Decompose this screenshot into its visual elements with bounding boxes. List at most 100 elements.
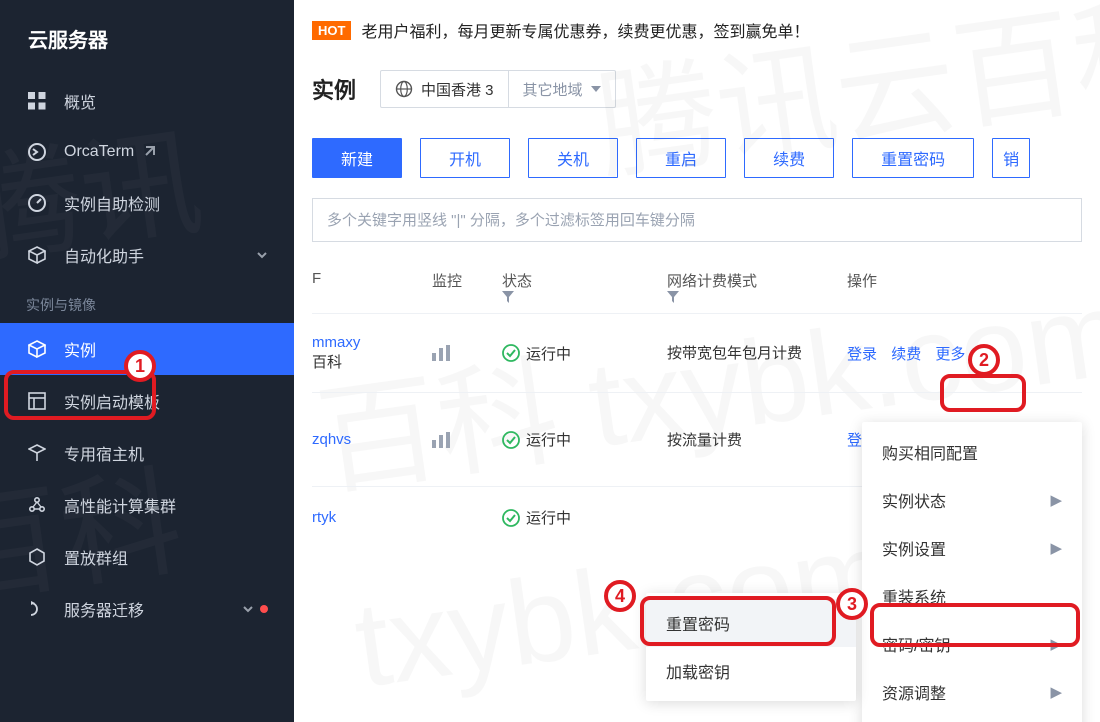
stop-button[interactable]: 关机 [528,138,618,178]
dd-label: 实例设置 [882,536,946,560]
search-box[interactable] [312,198,1082,242]
th-monitor: 监控 [432,270,502,303]
sidebar-item-overview[interactable]: 概览 [0,75,294,127]
main-content: 腾讯云百科 百科 txybk.com txybk.com HOT 老用户福利，每… [294,0,1100,722]
dd-reset-password[interactable]: 重置密码 [646,599,856,647]
dd-resource-adjust[interactable]: 资源调整 ▶ [862,668,1082,716]
sidebar-item-instance[interactable]: 实例 [0,323,294,375]
caret-down-icon [591,86,601,92]
th-status[interactable]: 状态 [502,270,667,303]
search-input[interactable] [327,212,1067,229]
status-running-icon [502,344,526,362]
region-current[interactable]: 中国香港 3 [381,71,509,107]
region-other-label: 其它地域 [523,79,583,100]
dd-create-image[interactable]: 制作镜像 [862,716,1082,722]
chevron-down-icon [256,249,268,261]
cube-icon [26,244,48,266]
th-billing-label: 网络计费模式 [667,273,757,290]
sidebar-item-self-check[interactable]: 实例自助检测 [0,177,294,229]
hex-icon [26,546,48,568]
sidebar-item-label: 服务器迁移 [64,597,144,621]
terminal-icon [26,141,48,163]
more-action-button-cut[interactable]: 销 [992,138,1030,178]
grid-icon [26,90,48,112]
dd-instance-settings[interactable]: 实例设置 ▶ [862,524,1082,572]
sidebar-item-label: 实例自助检测 [64,191,160,215]
template-icon [26,390,48,412]
filter-icon[interactable] [502,291,667,303]
chevron-down-icon [242,603,254,615]
dd-password-key[interactable]: 密码/密钥 ▶ [862,620,1082,668]
op-login-cut[interactable]: 登 [847,432,862,449]
instance-name[interactable]: mmaxy [312,334,432,351]
sidebar-item-orcaterm[interactable]: OrcaTerm [0,127,294,177]
op-renew[interactable]: 续费 [891,346,921,363]
dd-load-key[interactable]: 加载密钥 [646,647,856,695]
renew-button[interactable]: 续费 [744,138,834,178]
hot-badge: HOT [312,21,351,40]
filter-icon[interactable] [667,291,847,303]
box-icon [26,338,48,360]
instance-name[interactable]: zqhvs [312,431,432,448]
dd-instance-state[interactable]: 实例状态 ▶ [862,476,1082,524]
sidebar-item-label: 高性能计算集群 [64,493,176,517]
external-link-icon [142,145,156,159]
gauge-icon [26,192,48,214]
sidebar-item-launch-template[interactable]: 实例启动模板 [0,375,294,427]
status-running-icon [502,431,526,449]
monitor-icon[interactable] [432,345,502,361]
cluster-icon [26,494,48,516]
th-name: F [312,270,432,303]
status-text: 运行中 [526,429,571,450]
sidebar-item-migration[interactable]: 服务器迁移 [0,583,294,635]
op-more[interactable]: 更多 [935,343,981,364]
dd-label: 重置密码 [666,611,730,635]
region-picker[interactable]: 中国香港 3 其它地域 [380,70,616,108]
instance-subtext: 百科 [312,351,432,372]
sidebar-title: 云服务器 [0,0,294,75]
op-login[interactable]: 登录 [847,346,877,363]
restart-button[interactable]: 重启 [636,138,726,178]
sidebar-group-label: 实例与镜像 [0,281,294,323]
sidebar-item-label: 实例启动模板 [64,389,160,413]
sidebar-item-label: 概览 [64,89,96,113]
sidebar-item-label: OrcaTerm [64,143,134,161]
sidebar-item-hpc-cluster[interactable]: 高性能计算集群 [0,479,294,531]
reset-password-button[interactable]: 重置密码 [852,138,974,178]
new-button[interactable]: 新建 [312,138,402,178]
status-text: 运行中 [526,507,571,528]
instance-name[interactable]: rtyk [312,509,432,526]
th-ops: 操作 [847,270,1037,303]
dd-reinstall-system[interactable]: 重装系统 [862,572,1082,620]
sidebar-item-placement-group[interactable]: 置放群组 [0,531,294,583]
chevron-right-icon: ▶ [1050,683,1062,701]
table-header: F 监控 状态 网络计费模式 操作 [312,260,1082,314]
region-value: 中国香港 3 [421,79,494,100]
sidebar-item-label: 专用宿主机 [64,441,144,465]
sidebar-item-dedicated-host[interactable]: 专用宿主机 [0,427,294,479]
chevron-right-icon: ▶ [1050,491,1062,509]
password-key-submenu: 重置密码 加载密钥 [646,593,856,701]
dd-label: 密码/密钥 [882,632,950,656]
globe-icon [395,80,413,98]
migrate-icon [26,598,48,620]
more-dropdown: 购买相同配置 实例状态 ▶ 实例设置 ▶ 重装系统 密码/密钥 ▶ 资源调整 ▶ [862,422,1082,722]
sidebar-item-label: 自动化助手 [64,243,144,267]
page-title: 实例 [312,73,356,105]
table-row: mmaxy 百科 运行中 按带宽包年包月计费 登录 续费 [312,314,1082,393]
start-button[interactable]: 开机 [420,138,510,178]
dd-label: 购买相同配置 [882,440,978,464]
dd-label: 重装系统 [882,584,946,608]
dd-label: 加载密钥 [666,659,730,683]
promo-banner[interactable]: HOT 老用户福利，每月更新专属优惠券，续费更优惠，签到赢免单！ [294,0,1100,56]
dd-buy-same-config[interactable]: 购买相同配置 [862,428,1082,476]
sidebar-item-label: 实例 [64,337,96,361]
host-icon [26,442,48,464]
sidebar-item-automation[interactable]: 自动化助手 [0,229,294,281]
monitor-icon[interactable] [432,432,502,448]
status-text: 运行中 [526,343,571,364]
sidebar: 腾讯 百科 云服务器 概览 OrcaTerm 实例自助检测 [0,0,294,722]
region-other[interactable]: 其它地域 [509,71,615,107]
th-billing[interactable]: 网络计费模式 [667,270,847,303]
dd-label: 实例状态 [882,488,946,512]
